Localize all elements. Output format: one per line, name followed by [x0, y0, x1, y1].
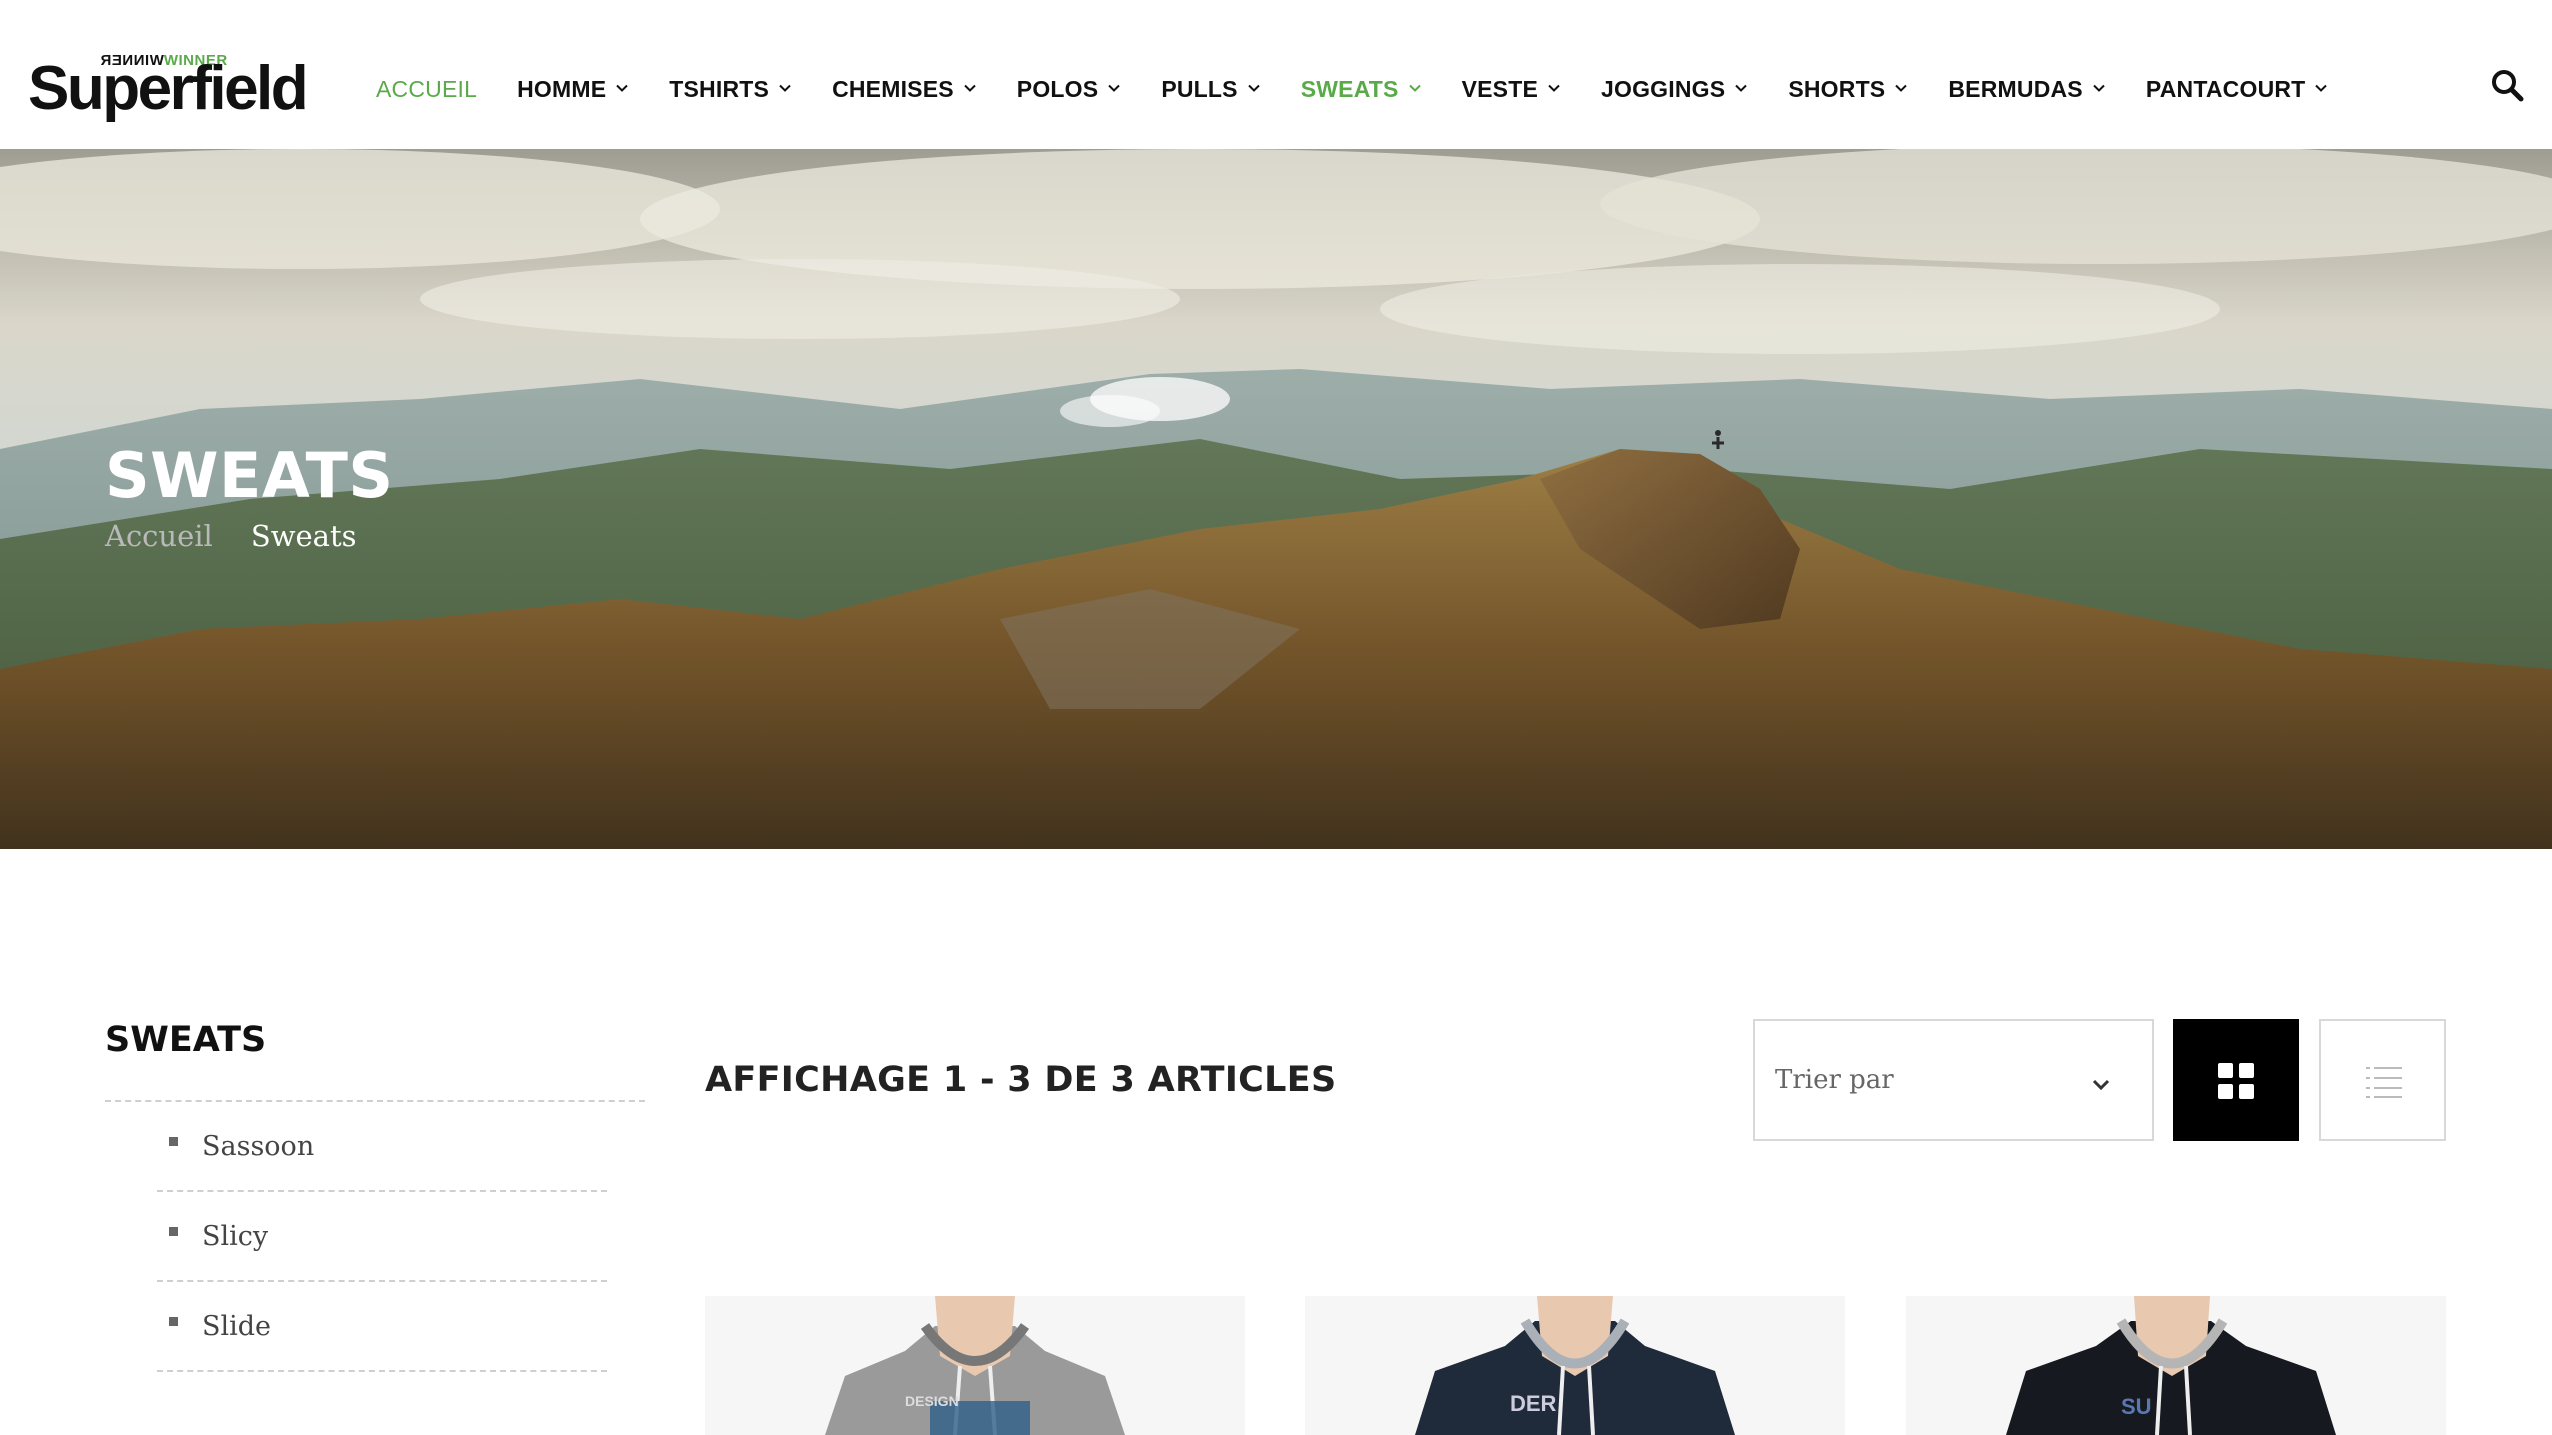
category-label: Slide	[202, 1310, 272, 1342]
chevron-down-icon	[779, 84, 791, 92]
chevron-down-icon	[1735, 84, 1748, 92]
nav-item-homme[interactable]: HOMME	[517, 76, 629, 103]
nav-item-chemises[interactable]: CHEMISES	[832, 76, 977, 103]
category-item-sassoon[interactable]: Sassoon	[157, 1102, 607, 1192]
bullet-icon	[169, 1136, 178, 1146]
chevron-down-icon	[1408, 84, 1421, 92]
search-icon	[2492, 70, 2524, 102]
list-view-icon	[2366, 1067, 2402, 1098]
product-image-black-hoodie: SU	[1906, 1296, 2446, 1435]
nav-item-veste[interactable]: VESTE	[1462, 76, 1561, 103]
list-view-button[interactable]	[2319, 1019, 2446, 1141]
nav-label: TSHIRTS	[669, 75, 770, 102]
nav-item-shorts[interactable]: SHORTS	[1788, 76, 1908, 103]
chevron-down-icon	[1108, 84, 1121, 92]
breadcrumb: Accueil Sweats	[105, 519, 357, 553]
chevron-down-icon	[1548, 84, 1560, 92]
main-nav: ACCUEIL HOMME TSHIRTS CHEMISES POLOS PUL…	[376, 66, 2368, 112]
svg-text:SU: SU	[2121, 1394, 2152, 1419]
svg-text:DESIGN: DESIGN	[905, 1393, 959, 1409]
chevron-down-icon	[1895, 84, 1908, 92]
nav-label: ACCUEIL	[376, 75, 478, 102]
bullet-icon	[169, 1226, 178, 1236]
product-card-black-hoodie[interactable]: SU	[1906, 1296, 2446, 1435]
nav-label: BERMUDAS	[1948, 75, 2083, 102]
hero-banner: SWEATS Accueil Sweats	[0, 149, 2552, 849]
nav-item-polos[interactable]: POLOS	[1017, 76, 1122, 103]
nav-item-joggings[interactable]: JOGGINGS	[1601, 76, 1748, 103]
nav-item-bermudas[interactable]: BERMUDAS	[1948, 76, 2106, 103]
sort-dropdown[interactable]: Trier par	[1753, 1019, 2154, 1141]
nav-label: PULLS	[1161, 75, 1238, 102]
site-header: WINNERWINNER Superfield ACCUEIL HOMME TS…	[0, 0, 2552, 149]
category-list: Sassoon Slicy Slide	[157, 1102, 607, 1372]
product-grid: DESIGN DER SU	[705, 1296, 2446, 1435]
chevron-down-icon	[1247, 84, 1260, 92]
product-image-grey-hoodie: DESIGN	[705, 1296, 1245, 1435]
bullet-icon	[169, 1316, 178, 1326]
nav-item-sweats[interactable]: SWEATS	[1301, 76, 1422, 103]
category-label: Slicy	[202, 1220, 269, 1252]
sidebar-title: SWEATS	[105, 1020, 267, 1060]
nav-item-pulls[interactable]: PULLS	[1161, 76, 1260, 103]
category-item-slicy[interactable]: Slicy	[157, 1192, 607, 1282]
product-card-navy-hoodie[interactable]: DER	[1305, 1296, 1845, 1435]
chevron-down-icon	[616, 84, 628, 92]
chevron-down-icon	[2093, 84, 2105, 92]
grid-view-button[interactable]	[2173, 1019, 2299, 1141]
nav-label: HOMME	[517, 75, 607, 102]
page-title: SWEATS	[105, 439, 394, 512]
superfield-logo[interactable]: WINNERWINNER Superfield	[28, 50, 310, 122]
nav-label: PANTACOURT	[2145, 75, 2306, 102]
nav-label: POLOS	[1016, 75, 1099, 102]
breadcrumb-current: Sweats	[250, 519, 357, 553]
svg-text:DER: DER	[1510, 1391, 1557, 1416]
nav-label: VESTE	[1461, 75, 1539, 102]
grid-view-icon	[2218, 1063, 2254, 1099]
logo-wordmark: Superfield	[28, 54, 309, 123]
results-count: AFFICHAGE 1 - 3 DE 3 ARTICLES	[705, 1060, 1337, 1100]
breadcrumb-home-link[interactable]: Accueil	[105, 519, 213, 553]
chevron-down-icon	[2315, 84, 2328, 92]
nav-label: SHORTS	[1788, 75, 1886, 102]
category-item-slide[interactable]: Slide	[157, 1282, 607, 1372]
search-button[interactable]	[2490, 68, 2524, 102]
nav-item-pantacourt[interactable]: PANTACOURT	[2146, 76, 2329, 103]
nav-item-tshirts[interactable]: TSHIRTS	[669, 76, 792, 103]
nav-label: CHEMISES	[832, 75, 954, 102]
nav-item-accueil[interactable]: ACCUEIL	[376, 76, 477, 103]
sort-placeholder: Trier par	[1775, 1065, 1894, 1095]
nav-label: JOGGINGS	[1601, 75, 1726, 102]
product-card-grey-hoodie[interactable]: DESIGN	[705, 1296, 1245, 1435]
chevron-down-icon	[964, 84, 976, 92]
chevron-down-icon	[2092, 1079, 2110, 1091]
category-label: Sassoon	[202, 1130, 315, 1162]
nav-label: SWEATS	[1300, 75, 1399, 102]
category-sidebar: SWEATS Sassoon Slicy Slide	[105, 1020, 645, 1372]
product-image-navy-hoodie: DER	[1305, 1296, 1845, 1435]
